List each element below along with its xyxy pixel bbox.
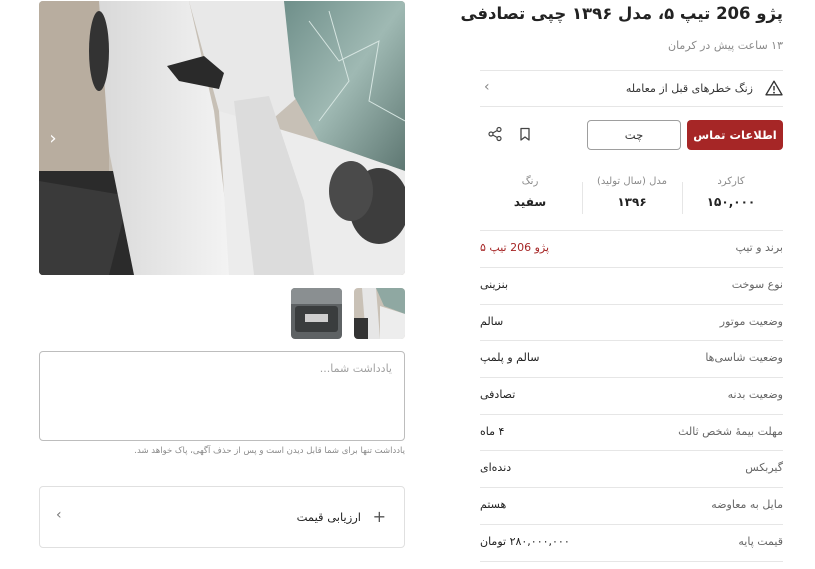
thumbnail-image xyxy=(354,288,405,339)
spec-value: سالم xyxy=(480,315,504,328)
spec-key: برند و تیپ xyxy=(735,241,783,254)
spec-key: نوع سوخت xyxy=(731,278,783,291)
stat-value: ۱۳۹۶ xyxy=(617,195,647,209)
stat-value: سفید xyxy=(513,195,547,209)
note-help-text: یادداشت تنها برای شما قابل دیدن است و پس… xyxy=(134,446,405,456)
image-gallery[interactable]: › xyxy=(39,1,405,275)
spec-key: مهلت بیمهٔ شخص ثالث xyxy=(678,425,783,438)
spec-key: وضعیت موتور xyxy=(719,315,783,328)
stat-label: رنگ xyxy=(521,176,539,187)
spec-value-link[interactable]: پژو 206 تیپ ۵ xyxy=(480,241,549,254)
spec-row-insurance: مهلت بیمهٔ شخص ثالث ۴ ماه xyxy=(480,415,783,452)
gallery-next-icon[interactable]: › xyxy=(45,128,61,150)
note-box xyxy=(39,351,405,441)
spec-row-engine: وضعیت موتور سالم xyxy=(480,305,783,342)
stat-color: رنگ سفید xyxy=(480,176,580,209)
note-input[interactable] xyxy=(40,352,404,440)
spec-row-base-price: قیمت پایه ۲۸۰,۰۰۰,۰۰۰ تومان xyxy=(480,525,783,562)
chat-button[interactable]: چت xyxy=(587,120,681,150)
stat-model-year: مدل (سال تولید) ۱۳۹۶ xyxy=(582,176,682,209)
spec-value: هستم xyxy=(480,498,507,511)
spec-row-brand: برند و تیپ پژو 206 تیپ ۵ xyxy=(480,231,783,268)
price-evaluation-panel[interactable]: + ارزیابی قیمت ‹ xyxy=(39,486,405,548)
chevron-left-icon: ‹ xyxy=(484,79,490,95)
contact-info-button[interactable]: اطلاعات تماس xyxy=(687,120,783,150)
spec-row-fuel: نوع سوخت بنزینی xyxy=(480,268,783,305)
spec-key: قیمت پایه xyxy=(738,535,783,548)
stat-value: ۱۵۰,۰۰۰ xyxy=(706,195,756,209)
listing-title: پژو 206 تیپ ۵، مدل ۱۳۹۶ چپی تصادفی xyxy=(460,4,783,23)
spec-key: وضعیت شاسی‌ها xyxy=(705,351,783,364)
spec-row-chassis: وضعیت شاسی‌ها سالم و پلمپ xyxy=(480,341,783,378)
divider xyxy=(480,561,783,562)
spec-key: وضعیت بدنه xyxy=(727,388,783,401)
stat-divider xyxy=(682,182,683,214)
spec-row-gearbox: گیربکس دنده‌ای xyxy=(480,451,783,488)
plus-icon: + xyxy=(372,507,386,526)
chevron-left-icon: ‹ xyxy=(56,507,62,523)
stat-mileage: کارکرد ۱۵۰,۰۰۰ xyxy=(681,176,781,209)
warning-triangle-icon xyxy=(765,80,783,96)
spec-row-body: وضعیت بدنه تصادفی xyxy=(480,378,783,415)
listing-subtitle: ۱۳ ساعت پیش در کرمان xyxy=(668,39,783,52)
spec-key: مایل به معاوضه xyxy=(711,498,783,511)
spec-key: گیربکس xyxy=(745,461,783,474)
spec-row-exchange: مایل به معاوضه هستم xyxy=(480,488,783,525)
bookmark-icon[interactable] xyxy=(517,126,533,142)
spec-value: سالم و پلمپ xyxy=(480,351,540,364)
stat-label: مدل (سال تولید) xyxy=(597,176,667,187)
divider xyxy=(480,106,783,107)
divider xyxy=(480,70,783,71)
scam-warning-link[interactable]: زنگ خطرهای قبل از معامله ‹ xyxy=(480,72,783,106)
car-photo xyxy=(39,1,405,275)
stat-divider xyxy=(582,182,583,214)
warning-text: زنگ خطرهای قبل از معامله xyxy=(625,82,753,95)
price-evaluation-label: ارزیابی قیمت xyxy=(296,510,361,524)
gallery-thumbnail[interactable] xyxy=(291,288,342,339)
spec-value: دنده‌ای xyxy=(480,461,512,474)
spec-value: ۲۸۰,۰۰۰,۰۰۰ تومان xyxy=(480,535,570,548)
thumbnail-image xyxy=(291,288,342,339)
stat-label: کارکرد xyxy=(717,176,745,187)
spec-value: بنزینی xyxy=(480,278,508,291)
spec-value: تصادفی xyxy=(480,388,516,401)
spec-value: ۴ ماه xyxy=(480,425,505,438)
gallery-thumbnail[interactable] xyxy=(354,288,405,339)
share-icon[interactable] xyxy=(487,126,503,142)
